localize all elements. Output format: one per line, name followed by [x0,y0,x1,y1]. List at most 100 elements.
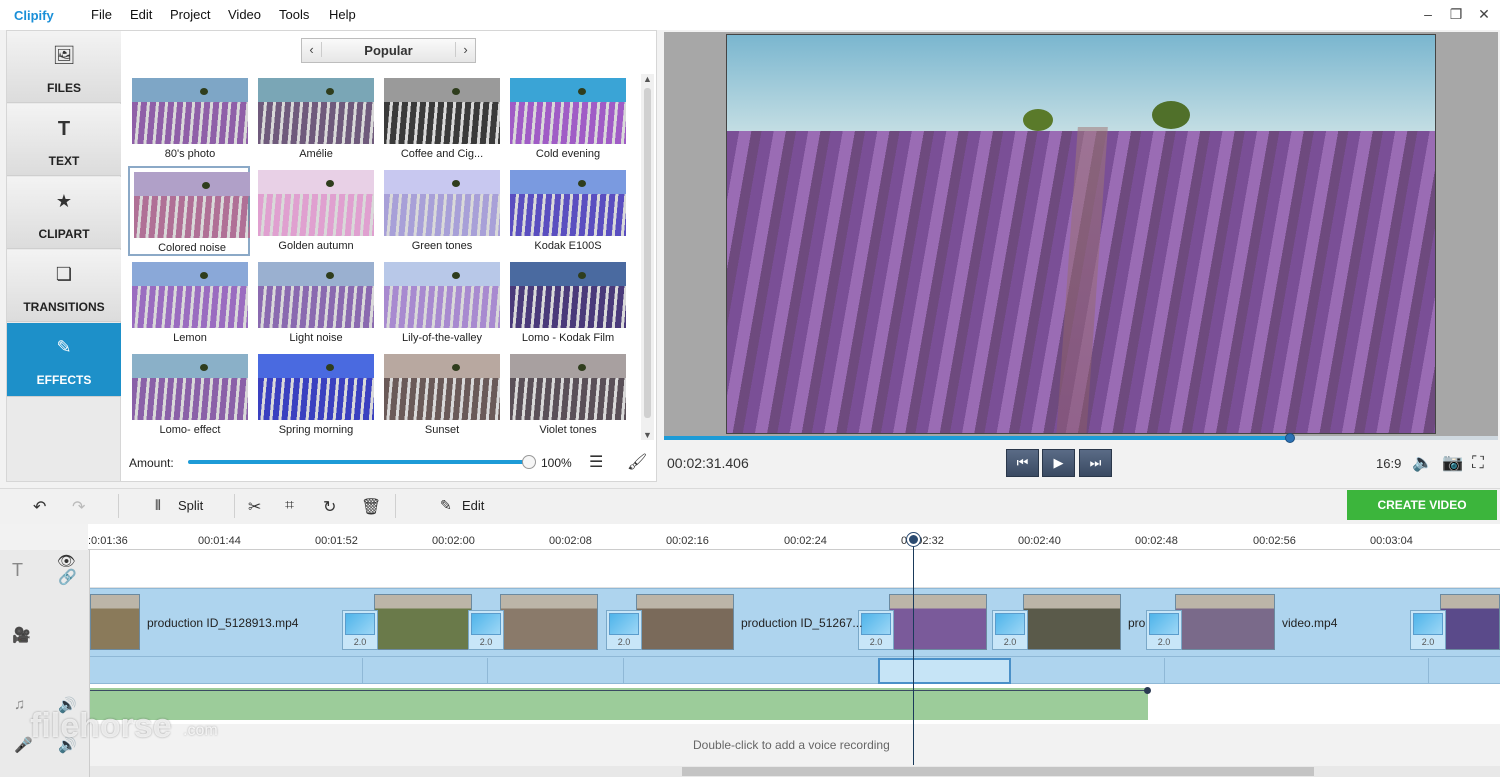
effect-thumbnail[interactable]: Spring morning [254,350,376,440]
amount-label: Amount: [129,456,174,470]
sidebar-item-clipart[interactable]: ★ CLIPART [7,177,121,249]
ruler-tick-label: 00:03:04 [1370,535,1413,547]
effect-thumbnail[interactable]: Lily-of-the-valley [380,258,502,348]
playhead-handle[interactable] [907,533,920,546]
clip-thumbnail[interactable] [500,594,598,650]
effect-thumbnail[interactable]: Lemon [128,258,250,348]
effect-thumbnail[interactable]: Violet tones [506,350,628,440]
clip-thumbnail[interactable] [374,594,472,650]
audio-waveform[interactable] [90,688,1148,720]
toolbar-divider [118,494,119,518]
undo-icon[interactable]: ↶ [33,497,46,517]
playhead-line [913,540,914,765]
effect-thumbnail[interactable]: 80's photo [128,74,250,164]
menu-project[interactable]: Project [170,7,210,22]
volume-icon[interactable]: 🔈 [1412,453,1433,473]
menu-bar [0,0,1500,30]
effect-thumbnail[interactable]: Colored noise [128,166,250,256]
brush-icon[interactable]: 🖌 [627,452,647,472]
menu-edit[interactable]: Edit [130,7,152,22]
sidebar-item-transitions[interactable]: ❏ TRANSITIONS [7,250,121,322]
scroll-up-icon[interactable]: ▲ [643,74,652,84]
scroll-thumb[interactable] [644,88,651,418]
effect-thumbnail[interactable]: Lomo- effect [128,350,250,440]
transition-block[interactable]: 2.0 [1410,610,1446,650]
menu-video[interactable]: Video [228,7,261,22]
aspect-ratio[interactable]: 16:9 [1376,456,1401,471]
transition-icon [345,613,375,635]
effect-thumbnail[interactable]: Kodak E100S [506,166,628,256]
audio-end-handle[interactable] [1144,687,1151,694]
crop-icon[interactable]: ⌗ [285,497,294,515]
clip-thumbnail[interactable] [1175,594,1275,650]
effect-label: Colored noise [158,242,226,254]
maximize-icon[interactable]: ❐ [1446,6,1466,23]
timeline-ruler[interactable]: :0:01:36 00:01:44 00:01:52 00:02:00 00:02:08… [88,524,1500,550]
edit-button[interactable]: Edit [462,498,484,513]
seek-handle[interactable] [1284,433,1295,443]
minimize-icon[interactable]: – [1418,6,1438,22]
settings-sliders-icon[interactable]: ☰ [589,452,603,472]
transition-block[interactable]: 2.0 [1146,610,1182,650]
effect-thumbnail[interactable]: Green tones [380,166,502,256]
fullscreen-icon[interactable]: ⛶ [1472,453,1484,473]
transition-block[interactable]: 2.0 [342,610,378,650]
chevron-right-icon[interactable]: › [455,42,475,57]
effect-thumbnail[interactable]: Amélie [254,74,376,164]
effect-thumbnail[interactable]: Light noise [254,258,376,348]
selected-effect-range[interactable] [878,658,1011,684]
skip-back-button[interactable]: ⏮ [1006,449,1039,477]
camera-icon[interactable]: 📷 [1442,453,1463,473]
menu-help[interactable]: Help [329,7,356,22]
effect-thumbnail[interactable]: Lomo - Kodak Film [506,258,628,348]
chevron-left-icon[interactable]: ‹ [302,42,322,57]
edit-icon[interactable]: ✎ [440,497,452,514]
skip-forward-button[interactable]: ⏭ [1079,449,1112,477]
effect-label: Spring morning [278,424,354,436]
menu-tools[interactable]: Tools [279,7,309,22]
effect-preview-image [384,78,500,144]
create-video-button[interactable]: CREATE VIDEO [1347,490,1497,520]
ruler-tick-label: 00:02:24 [784,535,827,547]
effect-thumbnail[interactable]: Sunset [380,350,502,440]
scissors-icon[interactable]: ✂ [248,497,261,517]
trash-icon[interactable]: 🗑 [361,497,381,517]
sidebar-item-text[interactable]: T TEXT [7,104,121,176]
play-button[interactable]: ▶ [1042,449,1075,477]
effect-thumbnail[interactable]: Cold evening [506,74,628,164]
transition-duration: 2.0 [869,637,883,647]
scroll-down-icon[interactable]: ▼ [643,430,652,440]
sidebar-item-effects[interactable]: ✎ EFFECTS [7,323,121,397]
split-icon[interactable]: ⫴ [155,497,161,514]
link-icon[interactable]: 🔗 [58,568,77,586]
transition-block[interactable]: 2.0 [468,610,504,650]
amount-slider-handle[interactable] [522,455,536,469]
clip-thumbnail[interactable] [1440,594,1500,650]
menu-file[interactable]: File [91,7,112,22]
clip-thumbnail[interactable] [1023,594,1121,650]
effect-preview-image [132,262,248,328]
clip-thumbnail[interactable] [90,594,140,650]
split-button[interactable]: Split [178,498,203,513]
timeline-scroll-thumb[interactable] [682,767,1314,776]
text-track[interactable] [90,550,1500,588]
clip-thumbnail[interactable] [636,594,734,650]
category-selector[interactable]: ‹ Popular › [301,38,476,63]
effect-label: 80's photo [164,148,216,160]
effect-thumbnail[interactable]: Coffee and Cig... [380,74,502,164]
effects-scrollbar[interactable]: ▲ ▼ [641,74,654,440]
amount-slider[interactable] [188,460,530,464]
sidebar-item-files[interactable]: 🖼 FILES [7,31,121,103]
transition-duration: 2.0 [1421,637,1435,647]
close-icon[interactable]: ✕ [1474,6,1494,23]
effect-thumbnail[interactable]: Golden autumn [254,166,376,256]
transition-block[interactable]: 2.0 [858,610,894,650]
clip-thumbnail[interactable] [889,594,987,650]
rotate-icon[interactable]: ↻ [323,497,336,517]
sidebar: 🖼 FILES T TEXT ★ CLIPART ❏ TRANSITIONS ✎… [6,30,121,482]
transition-block[interactable]: 2.0 [992,610,1028,650]
video-preview[interactable] [726,34,1436,434]
ruler-tick-label: :0:01:36 [88,535,128,547]
transition-block[interactable]: 2.0 [606,610,642,650]
redo-icon[interactable]: ↷ [72,497,85,517]
